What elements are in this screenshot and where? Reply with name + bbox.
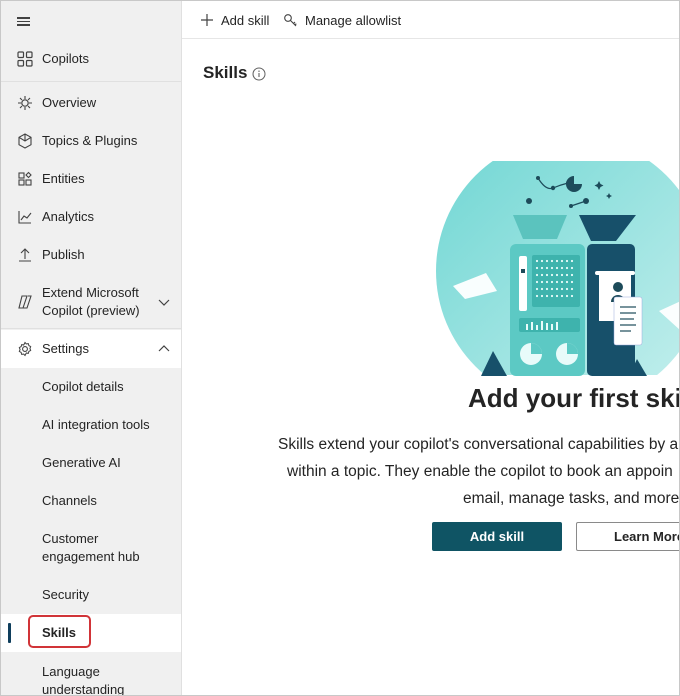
gear-icon	[18, 341, 32, 357]
app-window: Copilots Overview Topics & Plugins Entit…	[0, 0, 680, 696]
sidebar-item-extend-copilot[interactable]: Extend Microsoft Copilot (preview)	[1, 281, 181, 323]
entities-icon	[18, 171, 32, 186]
sidebar-item-settings[interactable]: Settings	[1, 330, 181, 368]
add-skill-label: Add skill	[221, 12, 270, 28]
chart-line-icon	[18, 211, 32, 224]
plus-icon	[201, 14, 213, 26]
empty-state-description: Skills extend your copilot's conversatio…	[278, 436, 680, 507]
sidebar-item-security[interactable]: Security	[1, 576, 181, 614]
sidebar-item-label: Copilot details	[42, 379, 124, 394]
sidebar-item-topics-plugins[interactable]: Topics & Plugins	[1, 122, 181, 160]
empty-state-title: Add your first skill	[468, 383, 680, 413]
copilot-logo-icon	[18, 295, 32, 309]
sidebar-item-label: Copilots	[42, 51, 89, 66]
cube-icon	[18, 133, 32, 149]
add-skill-button[interactable]: Add skill	[432, 522, 562, 551]
add-skill-toolbar-button[interactable]: Add skill	[200, 1, 269, 39]
active-indicator	[8, 623, 11, 643]
command-bar: Add skill Manage allowlist	[182, 1, 679, 39]
sidebar-item-customer-engagement-hub[interactable]: Customer engagement hub	[1, 527, 181, 569]
upload-icon	[19, 248, 31, 262]
sidebar-item-language-understanding[interactable]: Language understanding	[1, 660, 181, 696]
sidebar-item-label: Topics & Plugins	[42, 133, 138, 148]
learn-more-button[interactable]: Learn More	[576, 522, 679, 551]
sidebar: Copilots Overview Topics & Plugins Entit…	[1, 1, 182, 696]
sidebar-item-label: Extend Microsoft Copilot (preview)	[42, 285, 140, 318]
sidebar-item-copilots[interactable]: Copilots	[1, 40, 181, 78]
manage-allowlist-label: Manage allowlist	[305, 12, 402, 28]
sidebar-item-copilot-details[interactable]: Copilot details	[1, 368, 181, 406]
grid-icon	[17, 51, 33, 67]
sidebar-item-label: Channels	[42, 493, 97, 508]
sidebar-item-label: Analytics	[42, 209, 95, 224]
manage-allowlist-button[interactable]: Manage allowlist	[283, 1, 401, 39]
sidebar-item-entities[interactable]: Entities	[1, 160, 181, 198]
sidebar-item-publish[interactable]: Publish	[1, 236, 181, 274]
divider	[1, 328, 181, 329]
sidebar-item-label: Generative AI	[42, 455, 121, 470]
sidebar-item-label: Security	[42, 587, 89, 602]
sidebar-item-label: AI integration tools	[42, 417, 150, 432]
sidebar-item-label: Publish	[42, 247, 85, 262]
sidebar-item-label: Language understanding	[42, 664, 125, 696]
skills-illustration	[431, 161, 679, 379]
sidebar-item-label: Entities	[42, 171, 85, 186]
sidebar-item-analytics[interactable]: Analytics	[1, 198, 181, 236]
hamburger-menu-icon[interactable]	[15, 13, 33, 29]
page-title: Skills	[203, 63, 248, 82]
copilot-icon	[18, 96, 32, 110]
chevron-down-icon[interactable]	[156, 294, 172, 310]
sidebar-item-label: Overview	[42, 95, 97, 110]
sidebar-item-label: Customer engagement hub	[42, 531, 140, 564]
divider	[1, 81, 181, 82]
info-icon[interactable]	[252, 67, 266, 81]
highlight-annotation	[28, 615, 91, 648]
sidebar-item-overview[interactable]: Overview	[1, 84, 181, 122]
sidebar-item-label: Settings	[42, 341, 89, 356]
key-icon	[284, 13, 297, 26]
chevron-up-icon[interactable]	[156, 341, 172, 357]
